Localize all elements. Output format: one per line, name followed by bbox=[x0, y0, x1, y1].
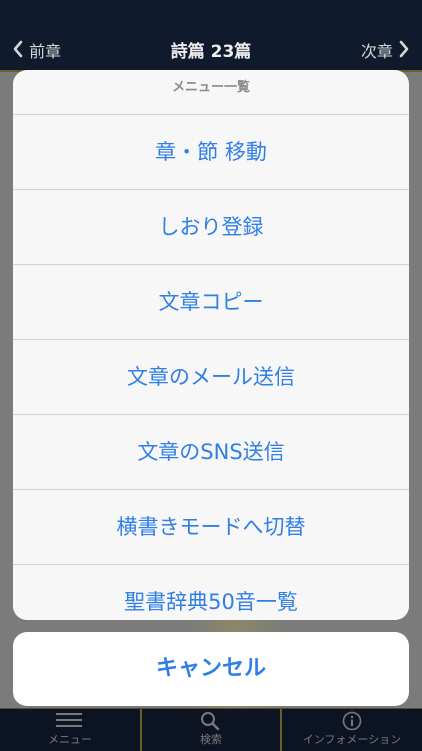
next-chapter-label: 次章 bbox=[360, 42, 393, 61]
menu-item-horizontal-mode[interactable]: 横書きモードへ切替 bbox=[13, 490, 409, 565]
tab-menu[interactable]: メニュー bbox=[0, 709, 140, 751]
chevron-right-icon bbox=[398, 40, 410, 65]
cancel-button[interactable]: キャンセル bbox=[13, 632, 409, 706]
menu-item-bookmark-register[interactable]: しおり登録 bbox=[13, 190, 409, 265]
menu-item-dictionary-index[interactable]: 聖書辞典50音一覧 bbox=[13, 565, 409, 620]
menu-item-sns-share[interactable]: 文章のSNS送信 bbox=[13, 415, 409, 490]
tab-information[interactable]: インフォメーション bbox=[282, 709, 422, 751]
tab-information-label: インフォメーション bbox=[302, 733, 402, 746]
hamburger-icon bbox=[56, 713, 82, 730]
tab-bar: メニュー 検索 インフォメーション bbox=[0, 708, 422, 751]
action-sheet-title: メニュー一覧 bbox=[13, 70, 409, 115]
tab-search-label: 検索 bbox=[200, 733, 222, 746]
action-sheet: メニュー一覧 章・節 移動 しおり登録 文章コピー 文章のメール送信 文章のSN… bbox=[13, 70, 409, 620]
navigation-bar: 前章 詩篇 23篇 次章 bbox=[0, 0, 422, 72]
menu-item-copy-text[interactable]: 文章コピー bbox=[13, 265, 409, 340]
page-title: 詩篇 23篇 bbox=[170, 42, 252, 62]
tab-menu-label: メニュー bbox=[48, 733, 92, 746]
menu-item-email-text[interactable]: 文章のメール送信 bbox=[13, 340, 409, 415]
next-chapter-button[interactable]: 次章 bbox=[361, 40, 410, 65]
menu-item-chapter-verse-move[interactable]: 章・節 移動 bbox=[13, 115, 409, 190]
tab-search[interactable]: 検索 bbox=[142, 709, 280, 751]
